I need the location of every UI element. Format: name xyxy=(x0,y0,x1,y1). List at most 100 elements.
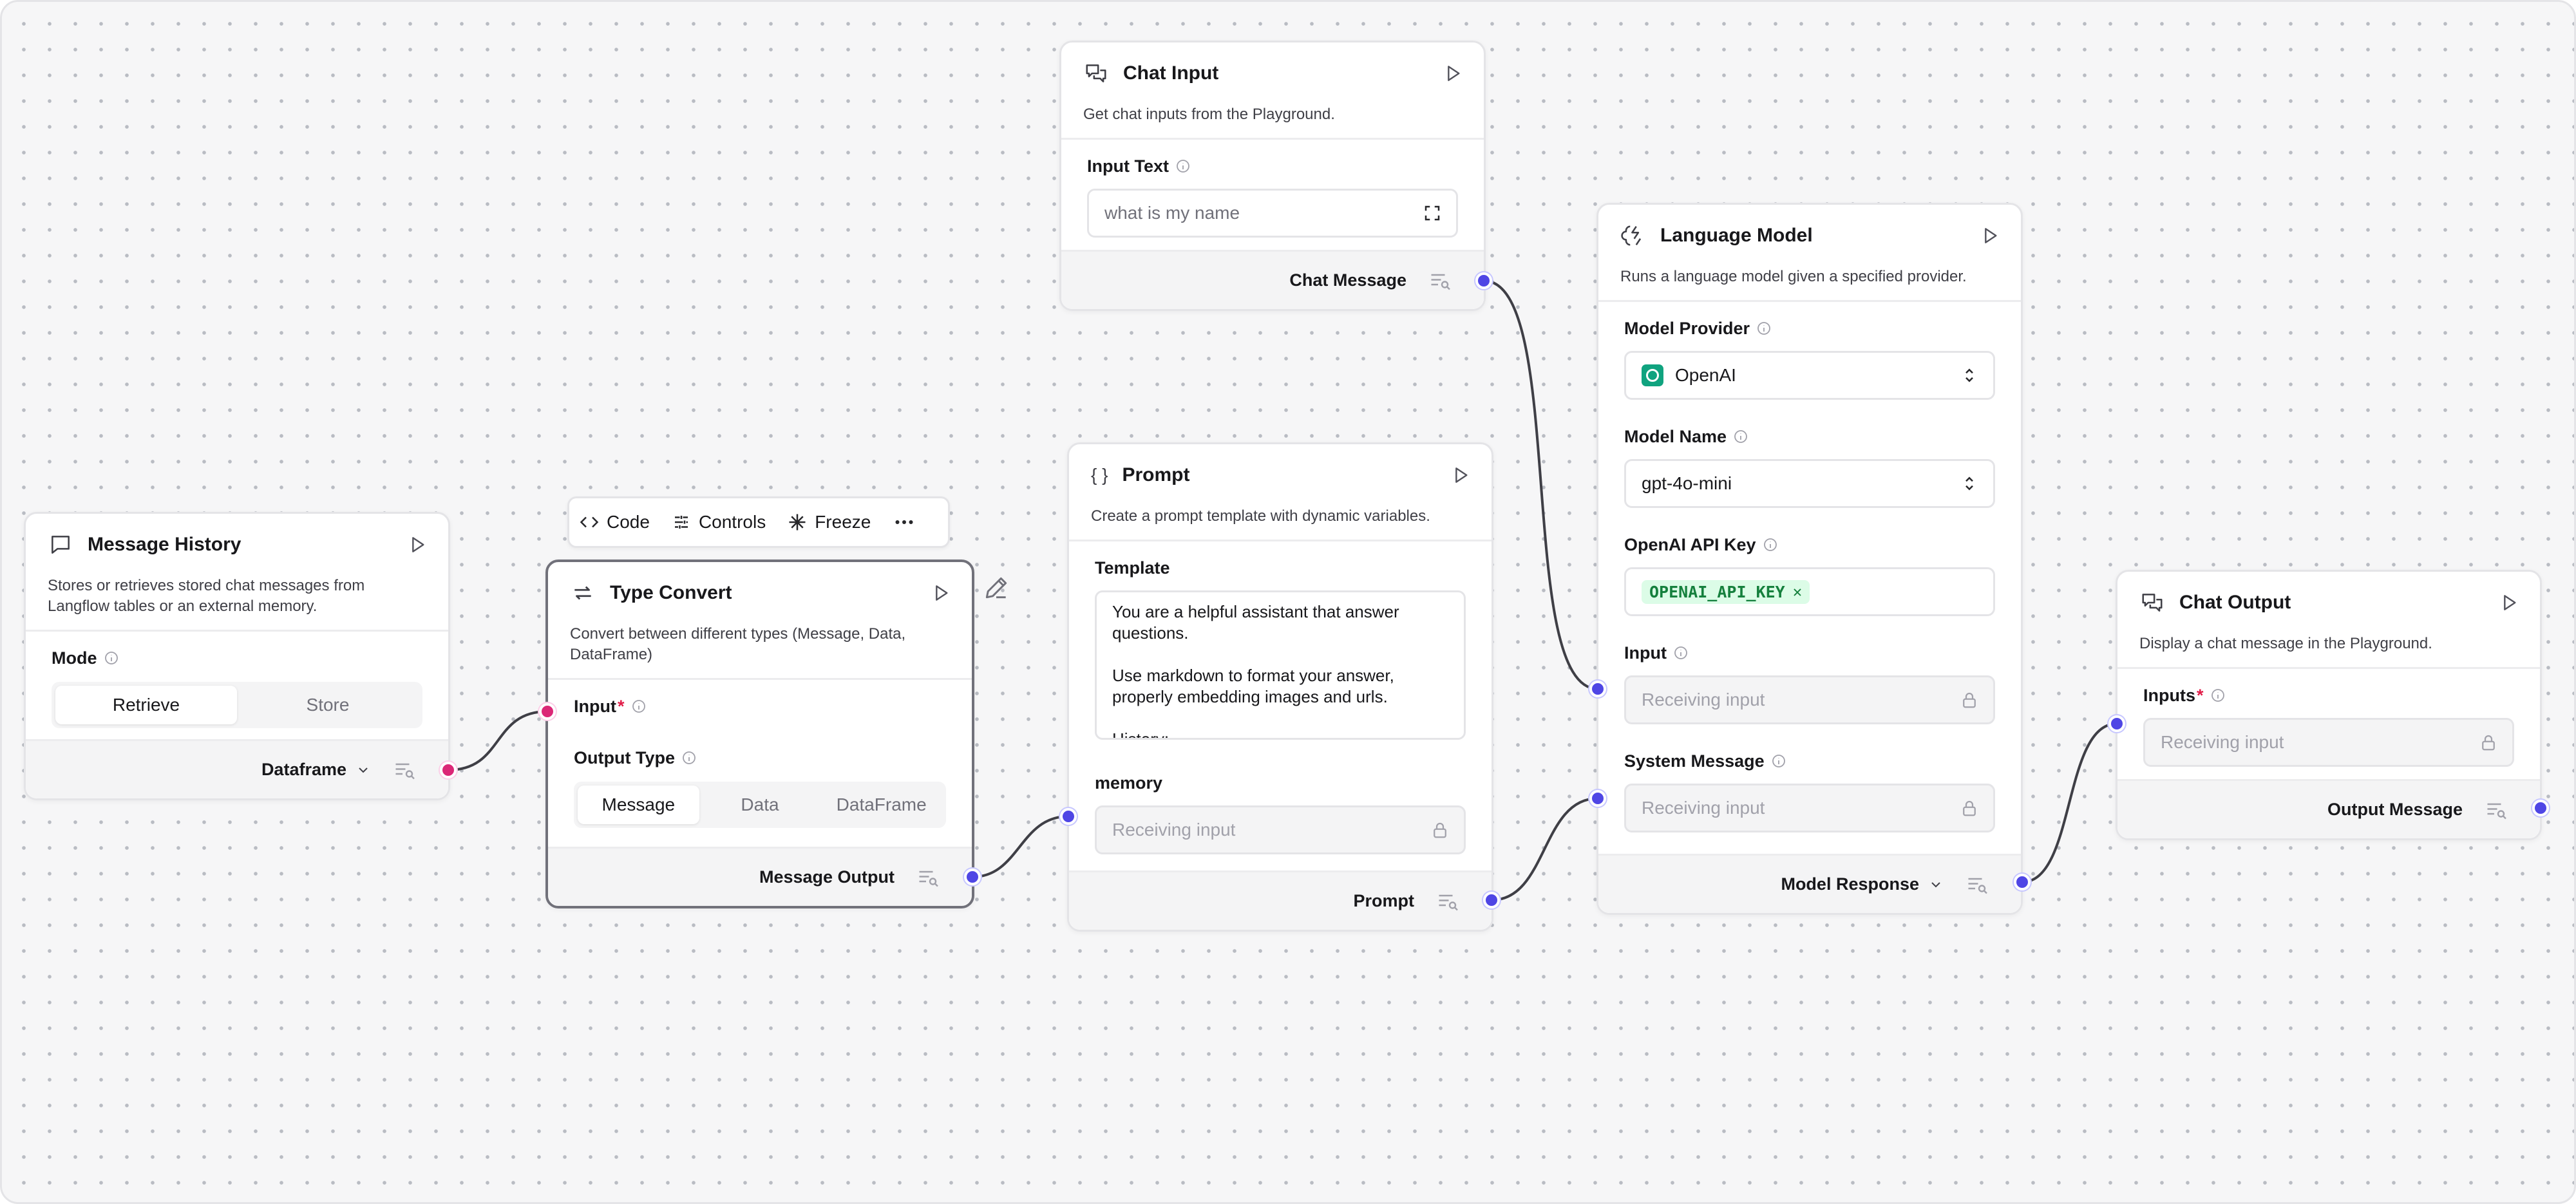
output-type-label: Output Type xyxy=(574,748,675,767)
output-type-option-message[interactable]: Message xyxy=(578,785,699,824)
api-key-tag[interactable]: OPENAI_API_KEY ✕ xyxy=(1642,579,1810,604)
inspect-output-icon[interactable] xyxy=(1436,890,1459,913)
input-text-label: Input Text xyxy=(1087,156,1169,176)
chevron-updown-icon xyxy=(1960,474,1979,493)
system-message-field: Receiving input xyxy=(1624,784,1995,832)
handle-type-convert-input[interactable] xyxy=(539,703,556,720)
controls-button[interactable]: Controls xyxy=(672,512,766,532)
memory-field: Receiving input xyxy=(1095,805,1466,854)
handle-dataframe-output[interactable] xyxy=(440,762,457,778)
mode-option-store[interactable]: Store xyxy=(237,686,419,724)
output-label: Chat Message xyxy=(1289,270,1406,290)
edge-chatinput-to-llm xyxy=(1483,279,1598,690)
node-chat-output[interactable]: Chat Output Display a chat message in th… xyxy=(2116,570,2542,840)
info-icon xyxy=(1673,645,1689,661)
model-provider-select[interactable]: OpenAI xyxy=(1624,351,1995,400)
handle-memory-input[interactable] xyxy=(1060,808,1077,825)
info-icon xyxy=(1733,429,1748,444)
freeze-button-label: Freeze xyxy=(815,512,871,532)
memory-label: memory xyxy=(1095,773,1163,793)
info-icon xyxy=(1763,537,1778,552)
input-label: Input xyxy=(1624,643,1667,663)
braces-icon: { } xyxy=(1091,465,1108,485)
info-icon xyxy=(1175,158,1191,174)
node-message-history[interactable]: Message History Stores or retrieves stor… xyxy=(24,512,450,800)
chevron-down-icon[interactable] xyxy=(1928,877,1944,892)
template-textarea[interactable]: You are a helpful assistant that answer … xyxy=(1095,590,1466,740)
inspect-output-icon[interactable] xyxy=(916,866,940,889)
more-button[interactable] xyxy=(893,511,916,534)
handle-chat-message-output[interactable] xyxy=(1475,272,1492,289)
pencil-icon[interactable] xyxy=(982,574,1010,602)
chevron-down-icon[interactable] xyxy=(355,762,371,778)
flow-canvas[interactable]: Chat Input Get chat inputs from the Play… xyxy=(0,0,2576,1204)
system-message-placeholder: Receiving input xyxy=(1642,798,1765,818)
play-icon[interactable] xyxy=(1980,225,2000,246)
handle-prompt-output[interactable] xyxy=(1483,892,1500,908)
play-icon[interactable] xyxy=(407,534,428,555)
inputs-label: Inputs xyxy=(2143,685,2195,705)
play-icon[interactable] xyxy=(931,583,951,603)
sliders-icon xyxy=(674,516,688,529)
mode-option-retrieve[interactable]: Retrieve xyxy=(55,686,237,724)
inspect-output-icon[interactable] xyxy=(393,758,416,782)
node-description: Convert between different types (Message… xyxy=(570,625,906,663)
input-label: Input xyxy=(574,696,616,716)
handle-chat-output-input[interactable] xyxy=(2108,715,2125,732)
inspect-output-icon[interactable] xyxy=(1428,269,1452,292)
mode-segmented-control[interactable]: Retrieve Store xyxy=(52,682,422,728)
output-type-option-data[interactable]: Data xyxy=(699,785,821,824)
model-provider-value: OpenAI xyxy=(1675,365,1736,385)
node-type-convert[interactable]: Type Convert Convert between different t… xyxy=(545,560,974,908)
play-icon[interactable] xyxy=(2499,592,2519,613)
convert-arrows-icon xyxy=(570,580,596,606)
edge-prompt-to-llm xyxy=(1491,797,1598,901)
handle-model-response-output[interactable] xyxy=(2014,874,2031,890)
memory-placeholder: Receiving input xyxy=(1112,820,1236,840)
output-label: Prompt xyxy=(1353,891,1415,910)
node-description: Create a prompt template with dynamic va… xyxy=(1091,507,1430,525)
node-chat-input[interactable]: Chat Input Get chat inputs from the Play… xyxy=(1059,41,1486,311)
info-icon xyxy=(1756,321,1772,336)
controls-button-label: Controls xyxy=(698,512,766,532)
system-message-label: System Message xyxy=(1624,751,1765,771)
input-text-field[interactable]: what is my name xyxy=(1087,189,1458,238)
node-language-model[interactable]: Language Model Runs a language model giv… xyxy=(1596,203,2023,915)
inspect-output-icon[interactable] xyxy=(1965,873,1989,896)
output-type-option-dataframe[interactable]: DataFrame xyxy=(820,785,942,824)
model-provider-label: Model Provider xyxy=(1624,318,1750,338)
node-description: Runs a language model given a specified … xyxy=(1620,268,1967,285)
input-placeholder: Receiving input xyxy=(1642,690,1765,710)
freeze-button[interactable]: Freeze xyxy=(788,512,871,532)
node-title: Type Convert xyxy=(610,582,732,603)
handle-llm-input[interactable] xyxy=(1589,681,1606,697)
play-icon[interactable] xyxy=(1450,465,1471,485)
node-title: Chat Input xyxy=(1123,62,1219,84)
inputs-field: Receiving input xyxy=(2143,718,2514,767)
required-marker: * xyxy=(2197,685,2204,705)
handle-output-message[interactable] xyxy=(2532,800,2549,816)
lock-icon xyxy=(1430,820,1450,840)
api-key-field[interactable]: OPENAI_API_KEY ✕ xyxy=(1624,567,1995,616)
info-icon xyxy=(2210,688,2226,703)
code-icon xyxy=(580,516,599,528)
info-icon xyxy=(681,750,697,766)
output-label: Output Message xyxy=(2327,800,2463,819)
info-icon xyxy=(631,699,647,714)
node-title: Chat Output xyxy=(2179,592,2291,613)
inspect-output-icon[interactable] xyxy=(2485,798,2508,822)
code-button[interactable]: Code xyxy=(580,512,650,532)
remove-tag-icon[interactable]: ✕ xyxy=(1793,583,1802,601)
chevron-updown-icon xyxy=(1960,366,1979,385)
code-button-label: Code xyxy=(607,512,650,532)
play-icon[interactable] xyxy=(1443,63,1463,84)
expand-icon[interactable] xyxy=(1423,203,1442,223)
node-prompt[interactable]: { } Prompt Create a prompt template with… xyxy=(1067,442,1493,932)
output-type-segmented-control[interactable]: Message Data DataFrame xyxy=(574,782,946,828)
api-key-label: OpenAI API Key xyxy=(1624,534,1756,554)
handle-message-output[interactable] xyxy=(964,869,981,885)
model-name-select[interactable]: gpt-4o-mini xyxy=(1624,459,1995,508)
handle-llm-system-message[interactable] xyxy=(1589,790,1606,807)
mode-label: Mode xyxy=(52,648,97,668)
output-label: Message Output xyxy=(759,867,895,887)
